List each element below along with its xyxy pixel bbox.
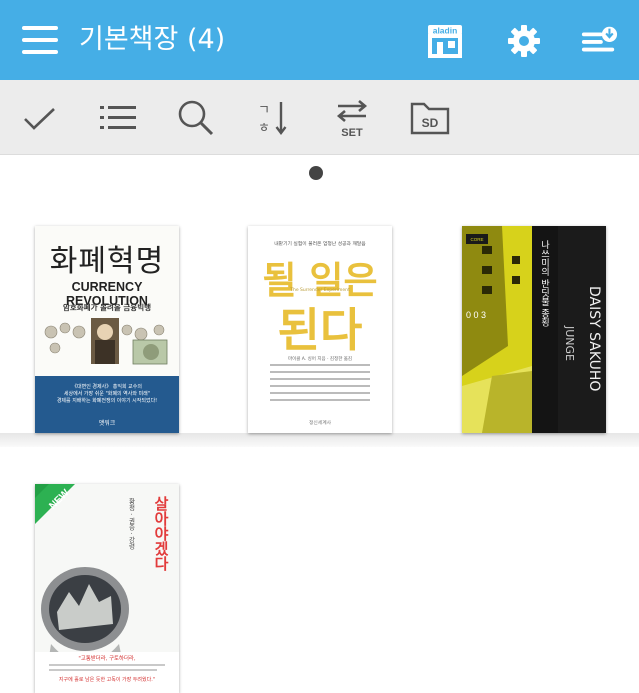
vertical-title: 나쓰미의 반딧불 종횡 [539, 240, 549, 327]
sd-label: SD [422, 116, 439, 130]
page-indicator-dot [309, 166, 323, 180]
vertical-title: 살아야겠다 [152, 496, 170, 572]
menu-icon[interactable] [22, 26, 58, 54]
app-bar: 기본책장 (4) aladin [0, 0, 639, 80]
book-cover-surrender-experiment[interactable]: 내맡기기 실험이 불러온 엄청난 성공과 깨달음 될 일은 The Surren… [248, 226, 392, 433]
book-cover-must-live[interactable]: NEW 살아야겠다 황정 · 권종 · 강령 "고통받더라, 구토하더라, 지구… [35, 484, 179, 693]
book-blurb [270, 364, 370, 406]
book-title-line2: 된다 [277, 303, 363, 357]
book-band: 《대변인 경제사》 홍익희 교수의 세상에서 가장 쉬운 "화폐의 역사와 미래… [35, 376, 179, 433]
page-title: 기본책장 (4) [79, 24, 226, 55]
publisher-badge: CORE [470, 237, 483, 242]
sd-card-icon[interactable]: SD [408, 96, 452, 140]
book-subtitle: 내맡기기 실험이 불러온 엄청난 성공과 깨달음 [274, 242, 366, 247]
coins-illustration [44, 318, 168, 365]
set-switch-icon[interactable]: SET [330, 96, 374, 140]
gear-icon[interactable] [505, 22, 543, 60]
romaji-title: DAISY SAKUHO [586, 286, 602, 391]
book-publisher: 정신세계사 [308, 421, 332, 426]
set-label: SET [341, 127, 363, 139]
quote-line1: "고통받더라, 구토하더라, [78, 654, 136, 662]
book-cover-art: NEW 살아야겠다 황정 · 권종 · 강령 "고통받더라, 구토하더라, 지구… [35, 484, 179, 693]
book-publisher: 앳워크 [98, 420, 116, 427]
shelf-divider [0, 433, 639, 447]
svg-text:ㄱ: ㄱ [258, 103, 270, 118]
svg-text:ㅎ: ㅎ [258, 121, 270, 136]
book-cover-art: CORE 0 0 3 DAISY SAKUHO JUNGE 나쓰미의 반딧불 종… [462, 226, 606, 433]
book-english-title: The Surrender Experiment [290, 288, 350, 293]
romaji-subtitle: JUNGE [563, 325, 576, 361]
quote-line2: 지구에 홀로 남은 듯한 고독이 가장 두려웠다." [59, 676, 155, 683]
book-cover-currency-revolution[interactable]: 화폐혁명 CURRENCY REVOLUTION 암호화폐가 몰려올 금융빅뱅 … [35, 226, 179, 433]
toolbar: ㄱ ㅎ SET SD [0, 80, 639, 155]
download-list-icon[interactable] [580, 22, 618, 60]
book-title: 화폐혁명 [49, 244, 165, 279]
check-icon[interactable] [18, 96, 62, 140]
vertical-author: 황정 · 권종 · 강령 [127, 497, 135, 550]
book-author: 마이클 A. 싱어 지음 · 김정한 옮김 [287, 357, 353, 362]
book-quote: 《대변인 경제사》 홍익희 교수의 세상에서 가장 쉬운 "화폐의 역사와 미래… [56, 384, 158, 404]
list-icon[interactable] [96, 96, 140, 140]
sort-icon[interactable]: ㄱ ㅎ [252, 96, 296, 140]
aladin-store-icon[interactable]: aladin [426, 22, 464, 60]
series-number: 0 0 3 [466, 310, 486, 320]
book-cover-daisy-sakuho[interactable]: CORE 0 0 3 DAISY SAKUHO JUNGE 나쓰미의 반딧불 종… [462, 226, 606, 433]
search-icon[interactable] [174, 96, 218, 140]
book-tagline: 암호화폐가 몰려올 금융빅뱅 [62, 303, 152, 312]
